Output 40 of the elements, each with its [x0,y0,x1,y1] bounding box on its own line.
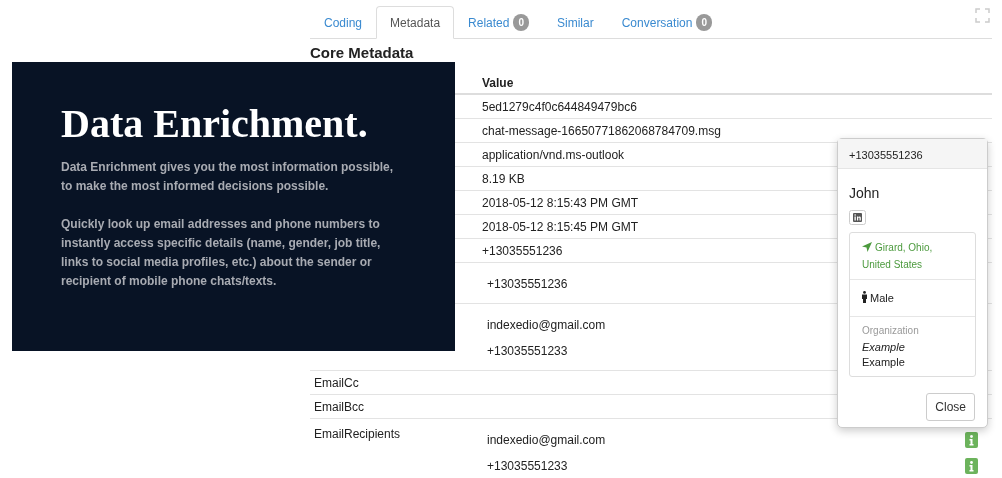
field-value: +13035551233 [487,343,568,360]
field-value: 2018-05-12 8:15:43 PM GMT [482,195,639,210]
count-badge: 0 [513,14,529,31]
info-icon[interactable] [965,432,978,448]
field-value: chat-message-16650771862068784709.msg [482,123,721,138]
person-icon [862,291,867,303]
field-value: 2018-05-12 8:15:45 PM GMT [482,219,639,234]
field-value: indexedio@gmail.com [487,317,606,334]
profile-link-icon[interactable] [849,210,866,226]
organization-name: Example [862,355,906,370]
organization-label: Organization [862,324,920,338]
location-arrow-icon [862,242,872,252]
close-button[interactable]: Close [926,393,975,421]
field-value: +13035551233 [487,458,568,475]
gender-text: Male [862,292,894,304]
field-value: indexedio@gmail.com [487,432,606,449]
field-value: +13035551236 [487,276,568,293]
count-badge: 0 [696,14,712,31]
field-value: application/vnd.ms-outlook [482,147,625,162]
tab[interactable]: Metadata [376,6,455,39]
section-title: Core Metadata [310,43,415,62]
panel-paragraph: Quickly look up email addresses and phone numbers to instantly access specific details (name, gender, job title, links to social media profiles, etc.) about the sender or recipient of mobile phone chats/texts. [61,216,382,290]
contact-name: John [849,184,881,203]
column-header: Value [482,75,514,90]
field-name: EmailCc [314,375,359,390]
tab[interactable]: Conversation 0 [607,6,726,39]
field-name: EmailBcc [314,399,364,414]
panel-title: Data Enrichment. [61,102,369,146]
field-value: +13035551236 [482,243,563,258]
organization-title: Example [862,340,906,355]
popover-title: +13035551236 [838,139,987,169]
panel-paragraph: Data Enrichment gives you the most information possible, to make the most informed decisions possible. [61,159,395,195]
location-text: Girard, Ohio, United States [862,241,934,272]
field-value: 8.19 KB [482,171,525,186]
tab[interactable]: Related 0 [454,6,543,39]
field-value: 5ed1279c4f0c644849479bc6 [482,99,637,114]
tab[interactable]: Coding [310,6,377,39]
tab[interactable]: Similar [543,6,608,39]
info-icon[interactable] [965,458,978,474]
field-name: EmailRecipients [314,427,401,441]
